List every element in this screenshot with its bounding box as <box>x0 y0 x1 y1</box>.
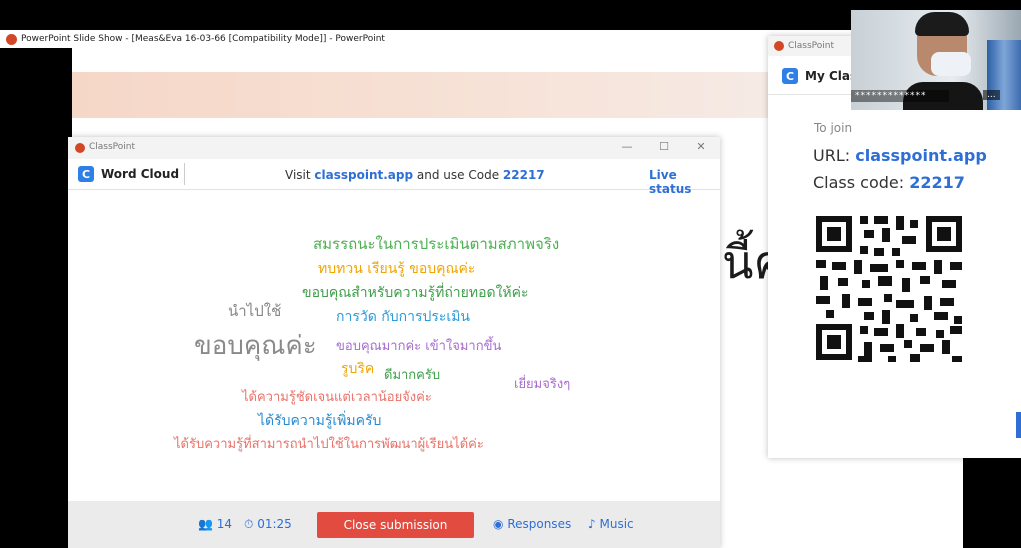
panel-edge-button[interactable] <box>1016 412 1021 438</box>
music-label: Music <box>599 517 634 531</box>
powerpoint-icon <box>6 33 17 45</box>
responses-toggle[interactable]: ◉ Responses <box>493 517 571 531</box>
to-join-label: To join <box>814 121 853 135</box>
timer-value: 01:25 <box>257 517 292 531</box>
qr-code <box>812 212 966 364</box>
participants-counter[interactable]: 👥 14 <box>198 517 232 531</box>
visit-prefix: Visit <box>285 168 311 182</box>
letterbox-left <box>0 48 72 548</box>
eye-icon: ◉ <box>493 517 504 531</box>
cloud-word: สมรรถนะในการประเมินตามสภาพจริง <box>313 235 560 253</box>
cloud-word: นำไปใช้ <box>228 302 282 320</box>
classpoint-logo-icon: C <box>782 68 798 84</box>
more-options-button[interactable]: ... <box>983 90 1000 100</box>
visit-middle: and use Code <box>416 168 500 182</box>
cloud-word: ขอบคุณค่ะ <box>194 331 317 361</box>
app-title: ClassPoint <box>89 142 136 152</box>
word-cloud-window: ClassPoint — ☐ ✕ C Word Cloud Visit clas… <box>68 137 720 548</box>
cloud-word: การวัด กับการประเมิน <box>336 309 470 325</box>
window-title: PowerPoint Slide Show - [Meas&Eva 16-03-… <box>21 34 385 44</box>
cloud-word: รูบริค <box>341 361 375 377</box>
classpoint-icon <box>75 143 85 153</box>
tab-word-cloud[interactable]: C Word Cloud <box>78 163 185 185</box>
responses-label: Responses <box>507 517 572 531</box>
word-cloud-titlebar: ClassPoint — ☐ ✕ <box>68 137 720 159</box>
cloud-word: เยี่ยมจริงๆ <box>514 377 571 392</box>
webcam-video: ************* ... <box>851 10 1021 110</box>
participants-count: 14 <box>216 517 233 531</box>
tab-label: Word Cloud <box>101 167 180 181</box>
url-line: URL: classpoint.app <box>813 146 987 165</box>
class-code-label: Class code: <box>813 173 905 192</box>
visit-code: 22217 <box>502 168 545 182</box>
music-toggle[interactable]: ♪ Music <box>588 517 634 531</box>
cloud-word: ขอบคุณมากค่ะ เข้าใจมากขึ้น <box>336 339 502 354</box>
classpoint-logo-icon: C <box>78 166 94 182</box>
letterbox-right <box>963 450 1021 548</box>
cloud-word: ทบทวน เรียนรู้ ขอบคุณค่ะ <box>318 261 476 277</box>
class-code-value: 22217 <box>909 173 965 192</box>
word-cloud-footer: 👥 14 ⏱ 01:25 Close submission ◉ Response… <box>68 501 720 548</box>
cloud-word: ขอบคุณสำหรับความรู้ที่ถ่ายทอดให้ค่ะ <box>302 285 529 301</box>
class-code-line: Class code: 22217 <box>813 173 965 192</box>
timer-icon: ⏱ <box>244 517 254 531</box>
cloud-word: ได้รับความรู้ที่สามารถนำไปใช้ในการพัฒนาผ… <box>174 437 484 452</box>
live-status-link[interactable]: Live status <box>649 168 720 196</box>
participants-icon: 👥 <box>198 517 213 531</box>
cloud-word: ดีมากครับ <box>384 368 441 383</box>
zoom-watermark: zoom <box>828 500 928 547</box>
timer[interactable]: ⏱ 01:25 <box>244 517 292 532</box>
url-value[interactable]: classpoint.app <box>855 146 987 165</box>
classpoint-icon <box>774 41 784 51</box>
maximize-button[interactable]: ☐ <box>655 140 673 153</box>
my-class-label: My Clas <box>805 69 858 83</box>
cloud-word: ได้ความรู้ชัดเจนแต่เวลาน้อยจังค่ะ <box>242 390 432 405</box>
minimize-button[interactable]: — <box>618 140 636 153</box>
close-submission-button[interactable]: Close submission <box>317 512 474 538</box>
app-title: ClassPoint <box>788 41 835 51</box>
close-window-button[interactable]: ✕ <box>692 140 710 153</box>
url-label: URL: <box>813 146 851 165</box>
participant-name: ************* <box>851 90 949 102</box>
join-instructions: Visit classpoint.app and use Code 22217 <box>285 168 545 182</box>
visit-url: classpoint.app <box>314 168 414 182</box>
word-cloud-header: C Word Cloud Visit classpoint.app and us… <box>68 159 720 196</box>
music-note-icon: ♪ <box>588 517 596 531</box>
cloud-word: ได้รับความรู้เพิ่มครับ <box>258 413 382 429</box>
